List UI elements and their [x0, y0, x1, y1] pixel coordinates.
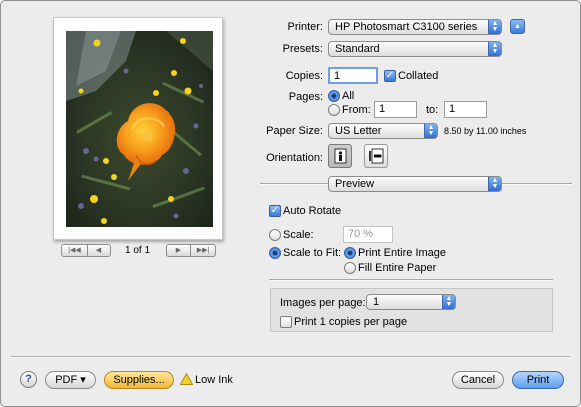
triangle-up-icon: ▲: [514, 23, 521, 30]
pages-label: Pages:: [288, 91, 323, 103]
images-per-page-value: 1: [373, 296, 380, 308]
paper-dimensions: 8.50 by 11.00 inches: [444, 126, 527, 136]
scale-radio[interactable]: [269, 229, 281, 241]
cancel-button[interactable]: Cancel: [452, 371, 504, 389]
printer-popup[interactable]: HP Photosmart C3100 series ▲ ▼: [328, 19, 502, 35]
collated-checkbox[interactable]: ✓: [384, 70, 396, 82]
popup-arrows-icon: ▲ ▼: [488, 177, 501, 191]
previous-page-button[interactable]: ◀: [87, 245, 110, 256]
popup-arrows-icon: ▲ ▼: [424, 124, 437, 138]
help-icon: ?: [25, 373, 32, 385]
popup-arrows-icon: ▲ ▼: [488, 42, 501, 56]
next-page-button[interactable]: ▶: [167, 245, 191, 256]
popup-arrows-icon: ▲ ▼: [442, 295, 455, 309]
popup-arrows-icon: ▲ ▼: [488, 20, 501, 34]
paper-size-label: Paper Size:: [266, 125, 323, 137]
warning-triangle-icon: [180, 373, 193, 385]
supplies-button[interactable]: Supplies...: [104, 371, 174, 389]
images-per-page-popup[interactable]: 1 ▲ ▼: [366, 294, 456, 310]
fill-entire-paper-radio[interactable]: [344, 262, 356, 274]
auto-rotate-checkbox[interactable]: ✓: [269, 205, 281, 217]
collated-label: Collated: [398, 70, 439, 82]
low-ink-label: Low Ink: [195, 374, 233, 386]
scale-label: Scale:: [283, 229, 314, 241]
pages-from-label: From:: [342, 104, 371, 116]
copies-label: Copies:: [285, 70, 323, 82]
print-copies-per-page-checkbox[interactable]: [280, 316, 292, 328]
presets-label: Presets:: [282, 43, 323, 55]
preview-nav-forward-group: ▶ ▶▶|: [166, 244, 216, 257]
page-indicator: 1 of 1: [125, 245, 151, 256]
preview-paper: [53, 17, 223, 240]
last-page-button[interactable]: ▶▶|: [191, 245, 215, 256]
images-per-page-label: Images per page:: [280, 297, 366, 309]
pages-from-radio[interactable]: [328, 104, 340, 116]
inner-separator: [269, 279, 553, 281]
orientation-landscape-button[interactable]: [364, 144, 388, 168]
copies-value: 1: [334, 70, 341, 82]
print-dialog: |◀◀ ◀ 1 of 1 ▶ ▶▶| Printer: HP Photosmar…: [0, 0, 581, 407]
print-copies-per-page-label: Print 1 copies per page: [294, 316, 408, 328]
first-page-button[interactable]: |◀◀: [62, 245, 88, 256]
help-button[interactable]: ?: [20, 371, 37, 388]
pages-from-field[interactable]: 1: [374, 101, 417, 118]
pages-to-label: to:: [426, 104, 439, 116]
pages-all-label: All: [342, 90, 355, 102]
portrait-person-icon: [334, 148, 347, 164]
paper-size-value: US Letter: [335, 125, 382, 137]
orientation-portrait-button[interactable]: [328, 144, 352, 168]
scale-field[interactable]: 70 %: [343, 226, 393, 243]
bottom-separator: [11, 356, 570, 358]
pages-all-radio[interactable]: [328, 90, 340, 102]
paper-size-popup[interactable]: US Letter ▲ ▼: [328, 123, 438, 139]
presets-popup[interactable]: Standard ▲ ▼: [328, 41, 502, 57]
print-button[interactable]: Print: [512, 371, 564, 389]
section-value: Preview: [335, 178, 375, 190]
preview-nav-back-group: |◀◀ ◀: [61, 244, 111, 257]
collapse-disclosure-button[interactable]: ▲: [510, 19, 525, 34]
orientation-label: Orientation:: [266, 152, 323, 164]
pdf-button[interactable]: PDF ▾: [45, 371, 96, 389]
auto-rotate-label: Auto Rotate: [283, 205, 342, 217]
pages-to-field[interactable]: 1: [444, 101, 487, 118]
printer-value: HP Photosmart C3100 series: [335, 21, 478, 33]
print-entire-image-label: Print Entire Image: [358, 247, 447, 259]
scale-to-fit-radio[interactable]: [269, 247, 281, 259]
preview-photo: [66, 31, 213, 227]
fill-entire-paper-label: Fill Entire Paper: [358, 262, 437, 274]
section-popup[interactable]: Preview ▲ ▼: [328, 176, 502, 192]
scale-to-fit-label: Scale to Fit:: [283, 247, 342, 259]
print-entire-image-radio[interactable]: [344, 247, 356, 259]
copies-field[interactable]: 1: [328, 67, 378, 84]
landscape-person-icon: [369, 148, 384, 164]
printer-label: Printer:: [287, 21, 323, 33]
presets-value: Standard: [335, 43, 380, 55]
